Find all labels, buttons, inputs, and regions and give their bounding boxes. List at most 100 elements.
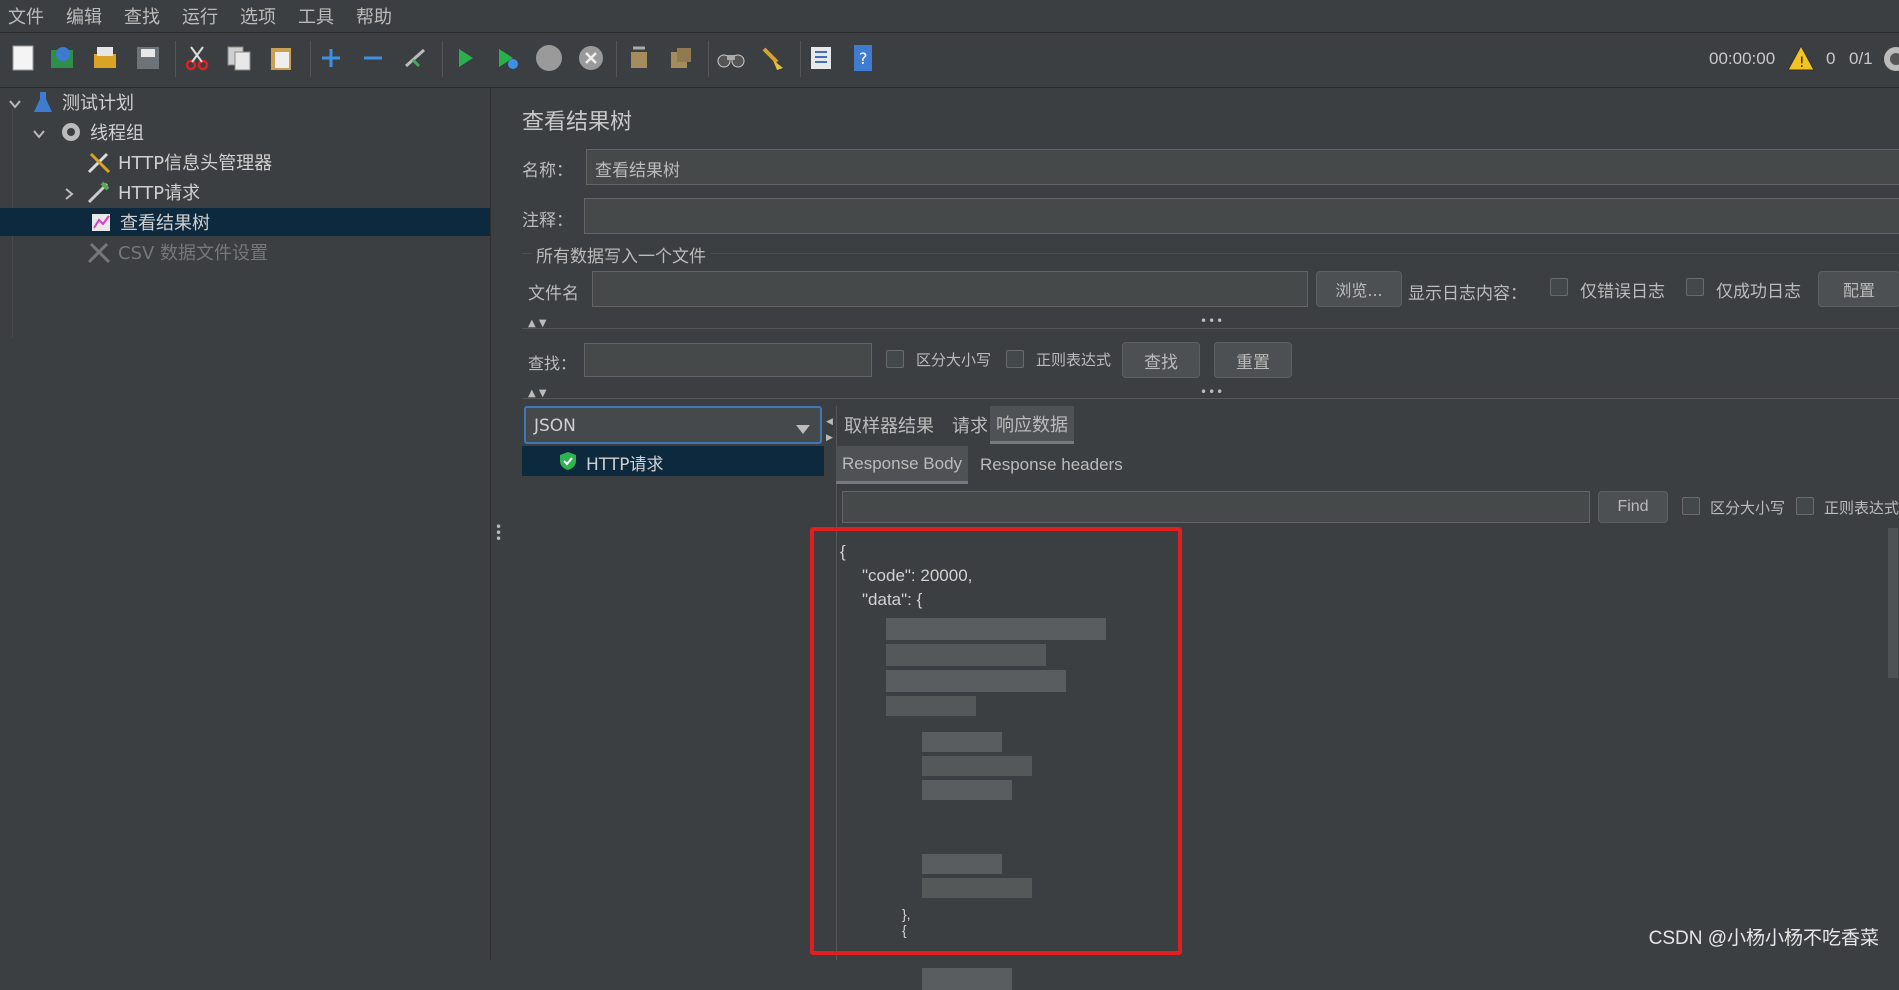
chevron-down-icon[interactable] <box>8 96 22 110</box>
warning-icon[interactable]: ! <box>1786 43 1816 73</box>
filename-field[interactable] <box>592 271 1308 307</box>
response-find-button[interactable]: Find <box>1598 491 1668 523</box>
chart-icon <box>88 209 114 235</box>
search-field[interactable] <box>584 343 872 377</box>
shutdown-icon[interactable] <box>576 43 606 73</box>
tab-response-data[interactable]: 响应数据 <box>990 406 1074 444</box>
renderer-select[interactable]: JSON <box>524 406 822 444</box>
filename-label: 文件名 <box>528 284 579 304</box>
elapsed-time: 00:00:00 <box>1709 49 1776 68</box>
menu-run[interactable]: 运行 <box>174 3 232 29</box>
regex-checkbox[interactable] <box>1006 350 1024 368</box>
configure-button[interactable]: 配置 <box>1818 271 1899 307</box>
redacted-block <box>922 968 1012 990</box>
clear-all-icon[interactable] <box>666 43 696 73</box>
templates-icon[interactable] <box>48 43 78 73</box>
clear-icon[interactable] <box>624 43 654 73</box>
tree-item-label: HTTP信息头管理器 <box>118 153 273 174</box>
response-regex-checkbox[interactable] <box>1796 497 1814 515</box>
copy-icon[interactable] <box>224 43 254 73</box>
chevron-down-icon <box>796 420 810 440</box>
menu-tools[interactable]: 工具 <box>290 3 348 29</box>
sample-label: HTTP请求 <box>586 455 664 475</box>
start-no-pause-icon[interactable] <box>492 43 522 73</box>
new-icon[interactable] <box>8 43 38 73</box>
comment-field[interactable] <box>584 198 1899 234</box>
renderer-value: JSON <box>534 416 576 436</box>
menu-search[interactable]: 查找 <box>116 3 174 29</box>
chevron-right-icon[interactable] <box>62 186 76 200</box>
highlight-box <box>810 527 1182 955</box>
divider-grip-icon: • • • <box>495 520 503 546</box>
tab-sampler-result[interactable]: 取样器结果 <box>838 406 940 444</box>
watermark: CSDN @小杨小杨不吃香菜 <box>1648 928 1879 949</box>
flask-icon <box>30 89 56 115</box>
success-only-label: 仅成功日志 <box>1716 282 1801 302</box>
success-only-checkbox[interactable] <box>1686 278 1704 296</box>
menu-file[interactable]: 文件 <box>0 3 58 29</box>
name-field[interactable]: 查看结果树 <box>586 149 1899 185</box>
errors-only-label: 仅错误日志 <box>1580 282 1665 302</box>
browse-button[interactable]: 浏览... <box>1316 271 1402 307</box>
tree-item-label: 测试计划 <box>62 93 134 114</box>
panel-title: 查看结果树 <box>522 110 633 135</box>
svg-text:?: ? <box>859 49 868 68</box>
vertical-scrollbar[interactable] <box>1888 528 1898 678</box>
menu-help[interactable]: 帮助 <box>348 3 406 29</box>
tree-item-header-manager[interactable]: HTTP信息头管理器 <box>86 148 272 176</box>
function-helper-icon[interactable] <box>806 43 836 73</box>
success-shield-icon <box>558 451 578 476</box>
reset-search-icon[interactable] <box>758 43 788 73</box>
splitter-grip-icon[interactable]: ••• <box>1200 385 1224 399</box>
menu-bar: 文件 编辑 查找 运行 选项 工具 帮助 <box>0 0 1899 33</box>
tab-request[interactable]: 请求 <box>946 406 994 444</box>
menu-edit[interactable]: 编辑 <box>58 3 116 29</box>
split-pane-divider[interactable]: • • • <box>490 88 507 960</box>
splitter-grip-icon[interactable]: ••• <box>1200 314 1224 328</box>
response-find-field[interactable] <box>842 491 1590 523</box>
find-button[interactable]: 查找 <box>1122 342 1200 378</box>
tree-item-http-request[interactable]: HTTP请求 <box>86 178 200 206</box>
regex-label: 正则表达式 <box>1036 351 1112 369</box>
case-sensitive-label: 区分大小写 <box>916 351 992 369</box>
subtab-response-body[interactable]: Response Body <box>836 446 969 484</box>
comment-label: 注释： <box>522 211 573 231</box>
subtab-response-headers[interactable]: Response headers <box>974 446 1129 484</box>
menu-options[interactable]: 选项 <box>232 3 290 29</box>
toolbar: ? 00:00:00 ! 0 0/1 <box>0 33 1899 88</box>
response-case-label: 区分大小写 <box>1710 499 1786 517</box>
errors-only-checkbox[interactable] <box>1550 278 1568 296</box>
tree-item-csv-data-set[interactable]: CSV 数据文件设置 <box>86 238 268 266</box>
tree-item-label: 线程组 <box>90 123 144 144</box>
response-case-checkbox[interactable] <box>1682 497 1700 515</box>
start-icon[interactable] <box>450 43 480 73</box>
expand-icon[interactable] <box>316 43 346 73</box>
toggle-icon[interactable] <box>400 43 430 73</box>
tree-item-view-results-tree[interactable]: 查看结果树 <box>0 208 490 236</box>
collapse-icon[interactable] <box>358 43 388 73</box>
sample-list-item[interactable]: HTTP请求 <box>522 446 824 476</box>
chevron-down-icon[interactable] <box>32 126 46 140</box>
svg-text:!: ! <box>1799 55 1805 71</box>
help-icon[interactable]: ? <box>848 43 878 73</box>
tree-item-test-plan[interactable]: 测试计划 <box>30 88 134 116</box>
stop-icon[interactable] <box>534 43 564 73</box>
paste-icon[interactable] <box>266 43 296 73</box>
tree-item-thread-group[interactable]: 线程组 <box>58 118 144 146</box>
thread-count: 0/1 <box>1849 49 1873 68</box>
log-content-label: 显示日志内容： <box>1408 284 1527 304</box>
collapse-arrows-icon[interactable]: ▲ ▼ <box>528 318 547 329</box>
remote-globe-icon[interactable] <box>1882 45 1899 73</box>
name-label: 名称： <box>522 161 573 181</box>
collapse-arrows-icon[interactable]: ▲ ▼ <box>528 388 547 399</box>
pipette-icon <box>86 179 112 205</box>
file-section-title: 所有数据写入一个文件 <box>532 242 710 267</box>
tree-item-label: HTTP请求 <box>118 183 201 204</box>
save-icon[interactable] <box>133 43 163 73</box>
reset-button[interactable]: 重置 <box>1214 342 1292 378</box>
open-icon[interactable] <box>90 43 120 73</box>
search-icon[interactable] <box>716 43 746 73</box>
tree-item-label: CSV 数据文件设置 <box>118 243 269 264</box>
cut-icon[interactable] <box>182 43 212 73</box>
case-sensitive-checkbox[interactable] <box>886 350 904 368</box>
